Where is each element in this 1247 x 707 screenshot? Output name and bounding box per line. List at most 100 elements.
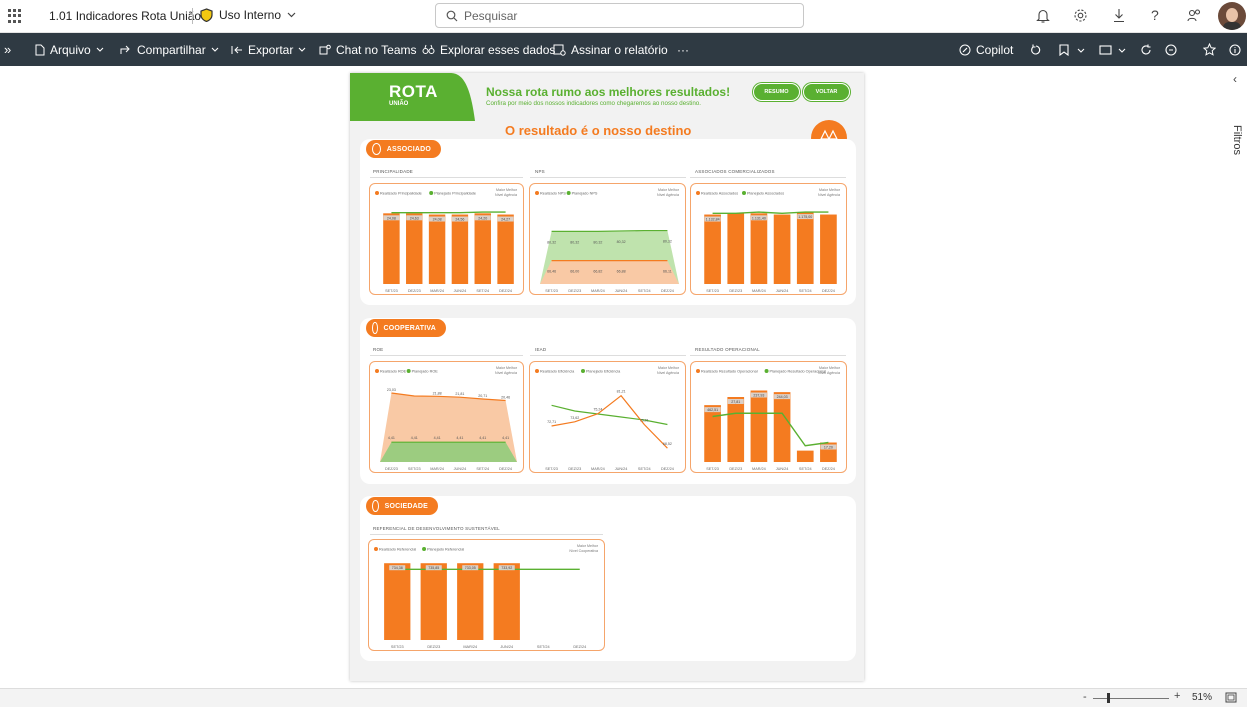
chevron-down-icon[interactable] [1118,48,1126,53]
filters-pane-tab[interactable]: Filtros [1228,106,1246,166]
filters-label: Filtros [1231,125,1243,155]
comment-icon[interactable] [1165,44,1177,56]
x-tick-label: SET/24 [476,289,489,293]
chart-note: Maior Melhor [658,188,680,192]
chart-note: Nível Cooperativa [569,549,598,553]
data-label: 66,88 [617,270,626,274]
more-options-button[interactable]: ··· [677,33,689,66]
reset-icon[interactable] [1030,44,1042,56]
share-menu[interactable]: Compartilhar [120,33,219,66]
bar-label: 1.132,84 [706,218,720,222]
download-icon[interactable] [1112,8,1126,23]
chart-note: Nível Agência [495,371,517,375]
x-tick-label: DEZ/24 [661,289,674,293]
legend-dot [696,191,700,195]
chart-bar [796,450,814,462]
expand-nav-button[interactable]: » [4,33,11,66]
favorite-star-icon[interactable] [1203,43,1216,56]
bookmark-icon[interactable] [1059,44,1069,56]
file-menu[interactable]: Arquivo [35,33,104,66]
help-icon[interactable]: ? [1151,7,1159,23]
chart-title-associados: ASSOCIADOS COMERCIALIZADOS [695,169,775,174]
handshake-icon [372,143,381,155]
chart-bar [704,214,721,284]
fit-page-icon[interactable] [1225,692,1237,703]
data-label: 20,46 [501,396,510,400]
chart-bar [428,214,446,284]
chart-note: Nível Agência [657,371,679,375]
binoculars-icon [422,44,435,54]
bell-icon[interactable] [1036,8,1050,24]
bar-label: 1.131,40 [752,216,766,220]
resumo-button[interactable]: RESUMO [753,83,800,101]
chart-note: Maior Melhor [819,188,841,192]
data-label: 21,88 [433,391,442,395]
teams-chat-button[interactable]: Chat no Teams [319,33,417,66]
x-tick-label: SET/23 [706,289,719,293]
x-tick-label: JUN/24 [500,645,513,649]
search-input[interactable]: Pesquisar [464,9,517,23]
app-launcher-icon[interactable] [8,9,22,23]
zoom-slider-thumb[interactable] [1107,693,1110,703]
x-tick-label: DEZ/24 [661,467,674,471]
x-tick-label: DEZ/23 [568,467,581,471]
data-label: 23,03 [387,388,396,392]
chart-card-roe[interactable]: Realizado ROE Planejado ROE Maior Melhor Ní… [369,361,524,473]
avatar[interactable] [1218,2,1246,30]
chart-card-associados[interactable]: Realizado Associados Planejado Associados… [690,183,847,295]
view-icon[interactable] [1099,45,1112,55]
voltar-button[interactable]: VOLTAR [803,83,850,101]
legend-item: Planejado Eficiência [586,370,621,374]
realized-line [551,394,668,449]
bar-label: 24,56 [455,218,464,222]
chart-divider [690,177,846,178]
report-page: ROTA UNIÃO Nossa rota rumo aos melhores … [350,73,864,681]
export-icon [231,45,242,54]
chevron-down-icon[interactable] [1077,48,1085,53]
refresh-icon[interactable] [1140,44,1152,56]
chart-title-iead: IEAD [535,347,547,352]
chart-card-principalidade[interactable]: Realizado Principalidade Planejado Princi… [369,183,524,295]
data-label: 21,81 [455,392,464,396]
filters-collapse-button[interactable]: ‹ [1233,72,1237,86]
teams-icon [319,44,331,54]
main-title: O resultado é o nosso destino [505,123,692,138]
bar-label: 733,92 [501,566,512,570]
zoom-in-button[interactable]: + [1174,690,1180,702]
legend-item: Planejado NPS [572,192,598,196]
gear-icon[interactable] [1073,8,1088,23]
x-tick-label: DEZ/23 [385,467,398,471]
data-label: 80,32 [617,240,626,244]
data-label: 75,24 [593,408,602,412]
info-icon[interactable] [1229,44,1241,56]
chart-note: Nível Agência [818,371,840,375]
legend-item: Planejado Associados [747,192,784,196]
chart-title-resultado-op: RESULTADO OPERACIONAL [695,347,760,352]
chart-card-nps[interactable]: Realizado NPS Planejado NPS Maior Melhor Ní… [529,183,686,295]
explore-data-button[interactable]: Explorar esses dados [422,33,555,66]
export-menu[interactable]: Exportar [231,33,306,66]
pill-cooperativa: COOPERATIVA [366,319,446,337]
subscribe-button[interactable]: Assinar o relatório [553,33,668,66]
pill-associado: ASSOCIADO [366,140,441,158]
chart-card-iead[interactable]: Realizado Eficiência Planejado Eficiência… [529,361,686,473]
copilot-button[interactable]: Copilot [959,33,1013,66]
subscribe-label: Assinar o relatório [571,42,668,57]
legend-dot [696,369,700,373]
chart-nps: Realizado NPS Planejado NPS Maior MelhorNí… [535,188,680,293]
search-box[interactable]: Pesquisar [435,3,804,28]
share-people-icon[interactable] [1187,8,1202,23]
x-tick-label: SET/24 [537,645,550,649]
zoom-slider-track[interactable] [1093,698,1169,699]
chart-card-referencial[interactable]: Realizado Referencial Planejado Referenci… [368,539,605,651]
zoom-out-button[interactable]: - [1083,691,1087,703]
x-tick-label: DEZ/24 [499,467,512,471]
legend-item: Planejado Referencial [427,548,464,552]
data-label: 66,82 [593,270,602,274]
x-tick-label: MAR/24 [752,289,766,293]
chart-card-resultado-op[interactable]: Realizado Resultado Operacional Planejado… [690,361,847,473]
logo-main: ROTA [389,82,438,101]
x-tick-label: JUN/24 [615,467,628,471]
sensitivity-label[interactable]: Uso Interno [200,8,296,22]
x-tick-label: SET/23 [391,645,404,649]
